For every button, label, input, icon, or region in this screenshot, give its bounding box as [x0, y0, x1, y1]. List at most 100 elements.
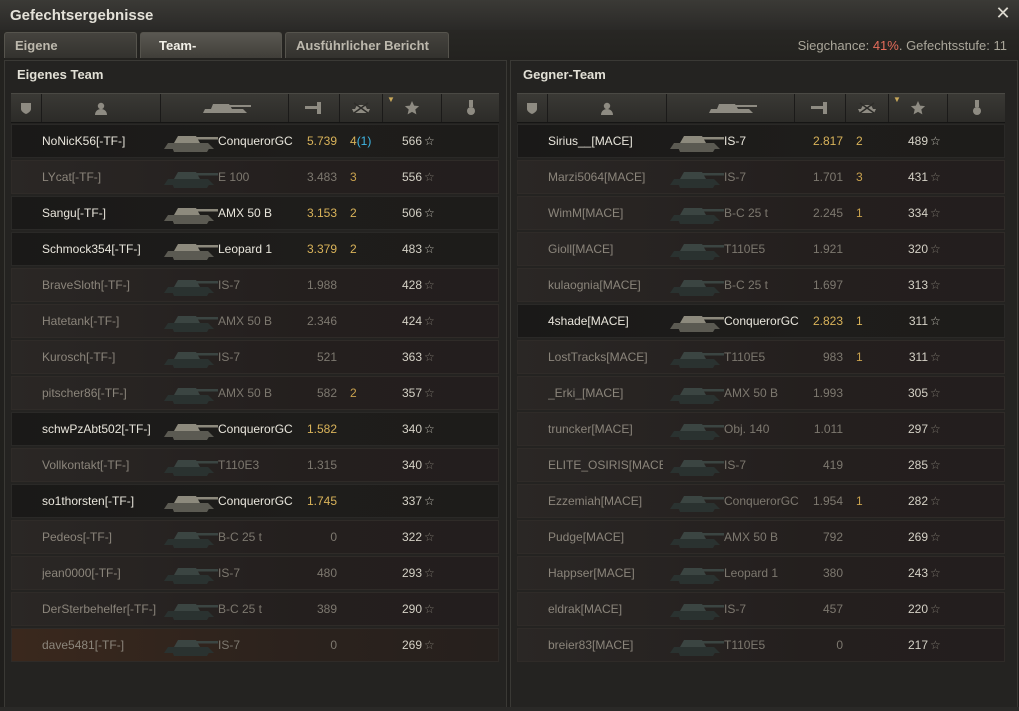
- tab-detailed-report[interactable]: Ausführlicher Bericht: [285, 32, 449, 58]
- tank-image-icon: [668, 197, 726, 229]
- player-row[interactable]: NoNicK56[-TF-] ConquerorGC 5.739 4(1) 566 ☆: [11, 124, 499, 158]
- player-row[interactable]: pitscher86[-TF-] AMX 50 B 582 2 357 ☆: [11, 376, 499, 410]
- damage-value: 389: [316, 602, 337, 616]
- player-icon[interactable]: [548, 94, 667, 122]
- player-row[interactable]: DerSterbehelfer[-TF-] B-C 25 t 389 290 ☆: [11, 592, 499, 626]
- tank-image-icon: [668, 161, 726, 193]
- player-row[interactable]: LostTracks[MACE] T110E5 983 1 311 ☆: [517, 340, 1005, 374]
- player-name: Sirius__[MACE]: [548, 134, 633, 148]
- player-name: breier83[MACE]: [548, 638, 634, 652]
- player-icon[interactable]: [42, 94, 161, 122]
- xp-star-icon: ☆: [930, 494, 941, 508]
- player-row[interactable]: eldrak[MACE] IS-7 457 220 ☆: [517, 592, 1005, 626]
- tank-image-icon: [162, 557, 220, 589]
- player-row[interactable]: so1thorsten[-TF-] ConquerorGC 1.745 337 ☆: [11, 484, 499, 518]
- kills-count: 3: [350, 170, 357, 184]
- xp-value: 297: [907, 422, 928, 436]
- xp-value: 431: [907, 170, 928, 184]
- kills-count: 2: [350, 386, 357, 400]
- medal-icon[interactable]: [948, 94, 1005, 122]
- xp-star-icon[interactable]: ▼: [383, 94, 442, 122]
- xp-star-icon: ☆: [424, 530, 435, 544]
- player-name: eldrak[MACE]: [548, 602, 623, 616]
- own-team-title: Eigenes Team: [17, 67, 104, 82]
- player-row[interactable]: kulaognia[MACE] B-C 25 t 1.697 313 ☆: [517, 268, 1005, 302]
- enemy-team-title: Gegner-Team: [523, 67, 606, 82]
- xp-value: 313: [907, 278, 928, 292]
- damage-value: 1.701: [812, 170, 843, 184]
- vehicle-name: IS-7: [724, 602, 747, 616]
- shield-icon[interactable]: [11, 94, 42, 122]
- own-team-list: NoNicK56[-TF-] ConquerorGC 5.739 4(1) 566 ☆ LY…: [11, 124, 499, 664]
- player-row[interactable]: Marzi5064[MACE] IS-7 1.701 3 431 ☆: [517, 160, 1005, 194]
- vehicle-name: ConquerorGC: [218, 422, 293, 436]
- player-row[interactable]: Happser[MACE] Leopard 1 380 243 ☆: [517, 556, 1005, 590]
- damage-value: 1.993: [812, 386, 843, 400]
- player-name: jean0000[-TF-]: [42, 566, 121, 580]
- kills-icon[interactable]: [340, 94, 383, 122]
- player-row[interactable]: Schmock354[-TF-] Leopard 1 3.379 2 483 ☆: [11, 232, 499, 266]
- vehicle-name: IS-7: [724, 134, 747, 148]
- player-row[interactable]: Ezzemiah[MACE] ConquerorGC 1.954 1 282 ☆: [517, 484, 1005, 518]
- kills-value: 1: [856, 485, 886, 517]
- tank-image-icon: [668, 305, 726, 337]
- player-row[interactable]: Vollkontakt[-TF-] T110E3 1.315 340 ☆: [11, 448, 499, 482]
- player-row[interactable]: Pedeos[-TF-] B-C 25 t 0 322 ☆: [11, 520, 499, 554]
- kills-icon[interactable]: [846, 94, 889, 122]
- player-row[interactable]: Kurosch[-TF-] IS-7 521 363 ☆: [11, 340, 499, 374]
- tank-image-icon: [162, 341, 220, 373]
- player-row[interactable]: Sirius__[MACE] IS-7 2.817 2 489 ☆: [517, 124, 1005, 158]
- player-name: BraveSloth[-TF-]: [42, 278, 131, 292]
- player-row[interactable]: BraveSloth[-TF-] IS-7 1.988 428 ☆: [11, 268, 499, 302]
- player-row[interactable]: Pudge[MACE] AMX 50 B 792 269 ☆: [517, 520, 1005, 554]
- own-team-panel: Eigenes Team ▼ NoNicK56[-TF-] ConquerorG…: [4, 60, 507, 710]
- player-row[interactable]: Hatetank[-TF-] AMX 50 B 2.346 424 ☆: [11, 304, 499, 338]
- tab-team-evaluation[interactable]: Team-Auswertung: [140, 32, 282, 79]
- battle-info: Siegchance: 41%. Gefechtsstufe: 11: [798, 38, 1007, 53]
- tab-own-evaluation[interactable]: Eigene Auswertung: [4, 32, 137, 79]
- tank-icon[interactable]: [161, 94, 289, 122]
- vehicle-name: Leopard 1: [218, 242, 273, 256]
- player-row[interactable]: truncker[MACE] Obj. 140 1.011 297 ☆: [517, 412, 1005, 446]
- vehicle-name: E 100: [218, 170, 250, 184]
- player-row[interactable]: Gioll[MACE] T110E5 1.921 320 ☆: [517, 232, 1005, 266]
- sort-caret-icon: ▼: [387, 95, 395, 104]
- shield-icon[interactable]: [517, 94, 548, 122]
- medal-icon[interactable]: [442, 94, 499, 122]
- player-row[interactable]: _Erki_[MACE] AMX 50 B 1.993 305 ☆: [517, 376, 1005, 410]
- xp-star-icon[interactable]: ▼: [889, 94, 948, 122]
- gun-icon[interactable]: [795, 94, 846, 122]
- tank-image-icon: [162, 161, 220, 193]
- xp-star-icon: ☆: [424, 314, 435, 328]
- xp-star-icon: ☆: [930, 602, 941, 616]
- xp-star-icon: ☆: [424, 638, 435, 652]
- xp-star-icon: ☆: [930, 170, 941, 184]
- tank-image-icon: [668, 521, 726, 553]
- xp-star-icon: ☆: [424, 602, 435, 616]
- tank-icon[interactable]: [667, 94, 795, 122]
- player-row[interactable]: ELITE_OSIRIS[MACE] IS-7 419 285 ☆: [517, 448, 1005, 482]
- player-row[interactable]: WimM[MACE] B-C 25 t 2.245 1 334 ☆: [517, 196, 1005, 230]
- player-row[interactable]: breier83[MACE] T110E5 0 217 ☆: [517, 628, 1005, 662]
- tank-image-icon: [668, 269, 726, 301]
- player-row[interactable]: Sangu[-TF-] AMX 50 B 3.153 2 506 ☆: [11, 196, 499, 230]
- player-row[interactable]: jean0000[-TF-] IS-7 480 293 ☆: [11, 556, 499, 590]
- xp-star-icon: ☆: [930, 422, 941, 436]
- player-row[interactable]: LYcat[-TF-] E 100 3.483 3 556 ☆: [11, 160, 499, 194]
- close-icon[interactable]: ✕: [995, 4, 1011, 22]
- xp-star-icon: ☆: [930, 314, 941, 328]
- player-row[interactable]: 4shade[MACE] ConquerorGC 2.823 1 311 ☆: [517, 304, 1005, 338]
- gun-icon[interactable]: [289, 94, 340, 122]
- title-bar[interactable]: Gefechtsergebnisse ✕: [0, 0, 1019, 30]
- xp-star-icon: ☆: [930, 638, 941, 652]
- player-row[interactable]: dave5481[-TF-] IS-7 0 269 ☆: [11, 628, 499, 662]
- damage-value: 1.745: [306, 494, 337, 508]
- xp-value: 357: [401, 386, 422, 400]
- player-row[interactable]: schwPzAbt502[-TF-] ConquerorGC 1.582 340 ☆: [11, 412, 499, 446]
- vehicle-name: AMX 50 B: [724, 386, 779, 400]
- player-name: truncker[MACE]: [548, 422, 633, 436]
- xp-star-icon: ☆: [930, 530, 941, 544]
- xp-value: 340: [401, 422, 422, 436]
- xp-value: 293: [401, 566, 422, 580]
- vehicle-name: B-C 25 t: [724, 278, 769, 292]
